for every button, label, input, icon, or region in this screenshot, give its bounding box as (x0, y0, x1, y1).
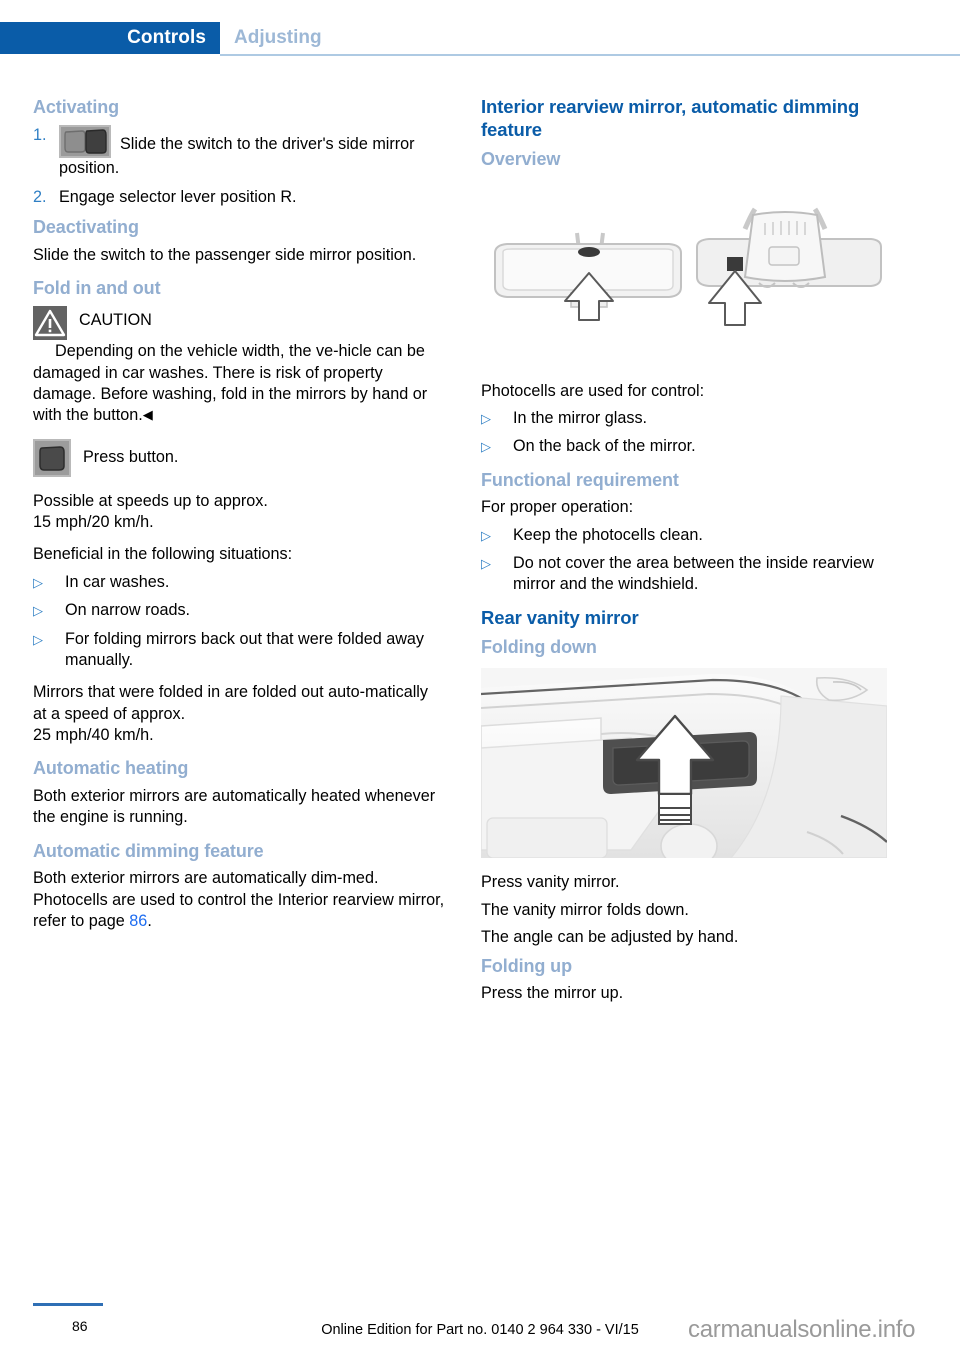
heading-activating: Activating (33, 97, 120, 117)
warning-triangle-icon (33, 306, 67, 341)
speed-note: Possible at speeds up to approx. 15 mph/… (33, 491, 268, 532)
page-reference-link[interactable]: 86 (129, 912, 147, 930)
vanity-step-1: Press vanity mirror. (481, 873, 620, 892)
step-number: 2. (33, 188, 47, 207)
heading-deactivating: Deactivating (33, 217, 139, 238)
deactivating-text: Slide the switch to the passenger side m… (33, 246, 417, 265)
automatic-dimming-text: Both exterior mirrors are automatically … (33, 869, 445, 931)
fold-mirror-button-icon (33, 438, 71, 477)
bullet-triangle-icon: ▷ (481, 527, 491, 543)
left-column: Activating 1. Slide the switch to the dr… (33, 96, 445, 944)
activating-steps: 1. Slide the switch to the driver's side… (33, 124, 445, 209)
heading-folding-up: Folding up (481, 955, 572, 976)
photocell-intro: Photocells are used for control: (481, 381, 705, 400)
list-item: ▷ Do not cover the area between the insi… (481, 553, 893, 596)
list-item: ▷ For folding mirrors back out that were… (33, 629, 445, 672)
bullet-triangle-icon: ▷ (481, 410, 491, 426)
heading-functional-requirement: Functional requirement (481, 469, 679, 490)
list-item: ▷ Keep the photocells clean. (481, 525, 893, 546)
bullet-triangle-icon: ▷ (481, 556, 491, 572)
folding-up-text: Press the mirror up. (481, 984, 624, 1003)
functional-list: ▷ Keep the photocells clean. ▷ Do not co… (481, 525, 893, 596)
vanity-mirror-figure (480, 668, 888, 870)
end-of-notice-marker: ◀ (142, 407, 153, 423)
heading-interior-rearview-mirror: Interior rearview mirror, automatic dimm… (481, 96, 860, 140)
caution-notice: CAUTION Depending on the vehicle width, … (33, 306, 445, 427)
heading-overview: Overview (481, 148, 561, 169)
auto-unfold-note: Mirrors that were folded in are folded o… (33, 683, 428, 745)
tab-adjusting[interactable]: Adjusting (220, 22, 322, 54)
beneficial-intro: Beneficial in the following situations: (33, 545, 293, 564)
bullet-triangle-icon: ▷ (33, 603, 43, 619)
functional-intro: For proper operation: (481, 498, 634, 517)
heading-automatic-heating: Automatic heating (33, 758, 189, 779)
list-item: ▷ On the back of the mirror. (481, 436, 893, 457)
list-item: ▷ In the mirror glass. (481, 408, 893, 429)
vanity-step-3: The angle can be adjusted by hand. (481, 928, 739, 947)
caution-label: CAUTION (79, 311, 152, 330)
breadcrumb: Controls Adjusting (0, 22, 960, 54)
tab-controls[interactable]: Controls (0, 22, 220, 54)
interior-mirror-photocell-figure (481, 195, 893, 355)
press-button-label: Press button. (83, 448, 179, 467)
heading-fold-in-and-out: Fold in and out (33, 278, 161, 299)
bullet-triangle-icon: ▷ (33, 631, 43, 647)
header-divider (220, 54, 960, 56)
step-text: Engage selector lever position R. (59, 188, 297, 207)
caution-text: Depending on the vehicle width, the ve-h… (33, 342, 428, 425)
list-item: ▷ On narrow roads. (33, 600, 445, 621)
mirror-switch-icon (59, 124, 111, 158)
heading-automatic-dimming: Automatic dimming feature (33, 840, 264, 861)
list-item: ▷ In car washes. (33, 572, 445, 593)
page-header: Controls Adjusting (0, 0, 960, 62)
watermark: carmanualsonline.info (688, 1316, 916, 1343)
step-text: Slide the switch to the driver's side mi… (59, 124, 445, 179)
press-button-row: Press button. (33, 438, 445, 477)
beneficial-list: ▷ In car washes. ▷ On narrow roads. ▷ Fo… (33, 572, 445, 672)
list-item: 2. Engage selector lever position R. (33, 187, 445, 208)
automatic-heating-text: Both exterior mirrors are automatically … (33, 787, 436, 827)
step-number: 1. (33, 125, 47, 144)
right-column: Interior rearview mirror, automatic dimm… (480, 96, 893, 1016)
bullet-triangle-icon: ▷ (481, 439, 491, 455)
list-item: 1. Slide the switch to the driver's side… (33, 124, 445, 179)
vanity-step-2: The vanity mirror folds down. (481, 900, 689, 919)
photocell-list: ▷ In the mirror glass. ▷ On the back of … (481, 408, 893, 458)
bullet-triangle-icon: ▷ (33, 574, 43, 590)
heading-rear-vanity-mirror: Rear vanity mirror (481, 606, 639, 628)
heading-folding-down: Folding down (481, 636, 597, 657)
footer-divider (33, 1303, 103, 1306)
